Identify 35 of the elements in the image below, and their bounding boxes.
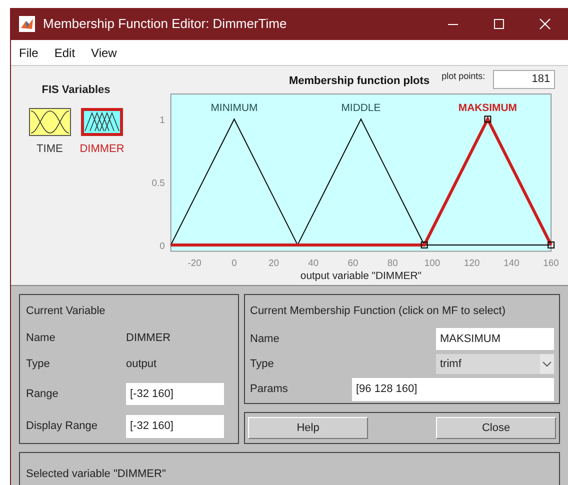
x-tick-label: 0 (232, 258, 237, 270)
x-tick-label: 160 (543, 258, 559, 270)
y-tick-label: 0 (160, 240, 165, 252)
y-tick-label: 1 (160, 115, 165, 126)
variable-label: DIMMER (80, 142, 124, 156)
membership-label: MAKSIMUM (458, 103, 517, 114)
x-tick-label: 40 (308, 258, 319, 270)
variable-type: output (126, 357, 157, 372)
window-title: Membership Function Editor: DimmerTime (43, 15, 287, 34)
x-tick-label: 80 (387, 258, 398, 270)
x-tick-label: 100 (424, 258, 440, 270)
membership-label: MINIMUM (210, 103, 258, 114)
section-title: FIS Variables (42, 83, 110, 98)
panel-title: Current Variable (26, 304, 106, 319)
x-tick-label: 140 (504, 258, 520, 270)
field-label: Range (26, 386, 60, 402)
x-tick-label: 20 (268, 258, 280, 270)
chart-title: Membership function plots (289, 74, 430, 90)
x-tick-label: 60 (348, 258, 358, 270)
variable-name: DIMMER (126, 330, 171, 346)
plot-points-label: plot points: (442, 70, 486, 83)
x-tick-label: 120 (464, 258, 480, 270)
membership-label: MIDDLE (341, 103, 381, 114)
field-label: Display Range (26, 419, 99, 434)
field-label: Type (26, 357, 51, 372)
field-label: Params (250, 382, 289, 397)
x-tick-label: -20 (188, 258, 202, 270)
status-text: Selected variable "DIMMER" (26, 468, 166, 480)
field-label: Type (250, 356, 274, 372)
x-axis-label: output variable "DIMMER" (300, 271, 422, 282)
field-label: Name (26, 330, 56, 346)
variable-label: TIME (36, 142, 63, 156)
y-tick-label: 0.5 (152, 178, 165, 189)
field-label: Name (250, 332, 280, 346)
panel-title: Current Membership Function (click on MF to select) (250, 304, 507, 319)
